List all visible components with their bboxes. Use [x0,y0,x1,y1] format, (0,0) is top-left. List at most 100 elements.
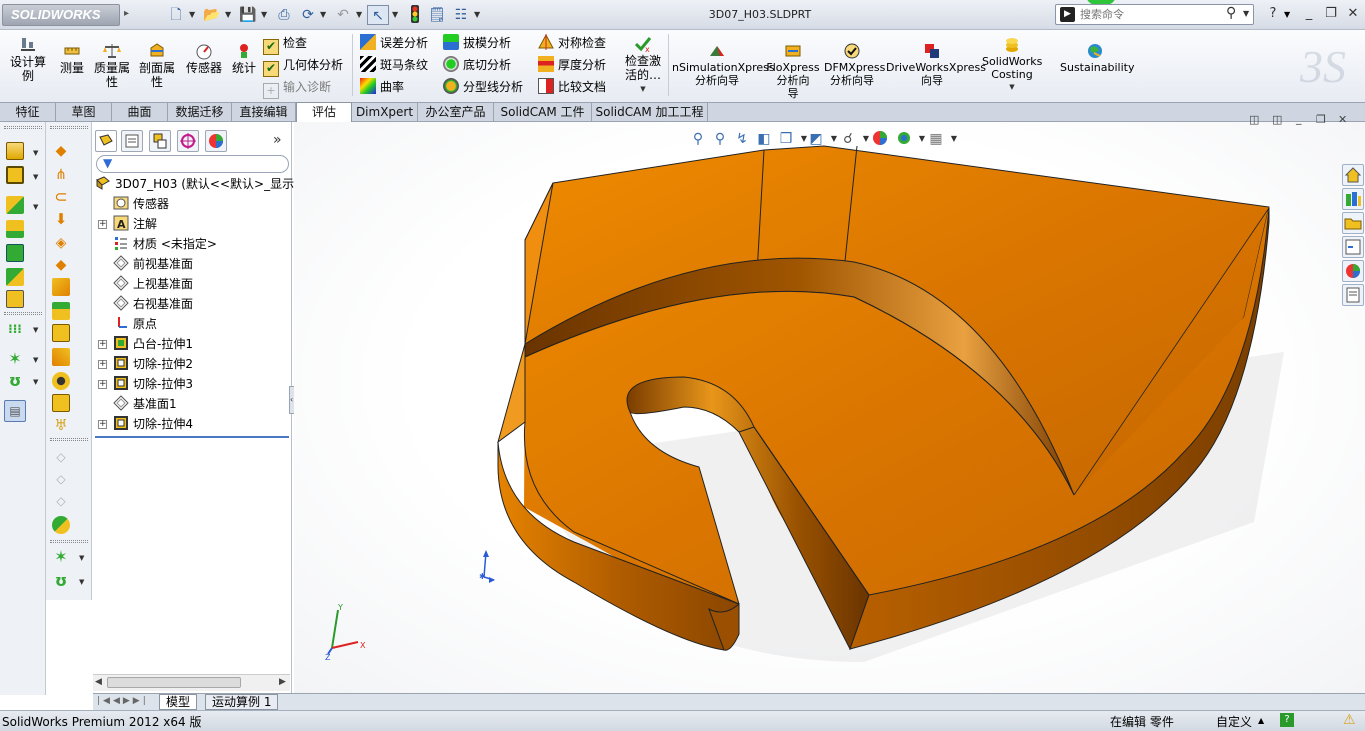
chevron-down-icon[interactable]: ▼ [474,10,480,19]
rollback-bar[interactable] [95,436,289,438]
toolbar-grip[interactable] [4,312,42,315]
spline-icon[interactable]: ʊ [52,572,70,590]
tab-surfaces[interactable]: 曲面 [112,103,168,122]
symmetry-check-button[interactable]: 对称检查 [538,33,606,53]
design-library-icon[interactable] [1342,188,1364,210]
zebra-stripes-button[interactable]: 斑马条纹 [360,55,428,75]
tree-node[interactable]: 凸台-拉伸1 [113,334,193,354]
geometry-analysis-button[interactable]: ✔ 几何体分析 [263,55,343,77]
rebuild-icon[interactable]: ⟳ [297,5,319,25]
sweep-icon[interactable] [6,268,24,286]
chevron-up-icon[interactable]: ▲ [1258,716,1264,725]
tab-model[interactable]: 模型 [159,694,198,710]
dimxpert-manager-tab-icon[interactable] [177,130,199,152]
search-input[interactable] [1080,7,1220,22]
flex-icon[interactable] [52,348,70,366]
tree-node[interactable]: 上视基准面 [113,274,193,294]
mass-properties-button[interactable]: 质量属 性 [92,42,132,89]
intersect-icon[interactable]: ◇ [52,448,70,466]
tree-node[interactable]: 切除-拉伸4 [113,414,193,434]
check-active-document-button[interactable]: x 检查激 活的… ▼ [620,35,666,96]
rib-icon[interactable]: ◆ [52,256,70,274]
chevron-down-icon[interactable]: ▼ [33,203,38,211]
chevron-down-icon[interactable]: ▼ [261,10,267,19]
expand-toggle-icon[interactable]: + [98,220,107,229]
tree-node[interactable]: A 注解 [113,214,157,234]
expand-toggle-icon[interactable]: + [98,340,107,349]
tree-root[interactable]: 3D07_H03 (默认<<默认>_显示 [95,174,294,194]
print-icon[interactable]: ⎙ [273,5,295,25]
units-selector[interactable]: 自定义 [1216,713,1252,730]
view-palette-icon[interactable] [1342,236,1364,258]
combine-icon[interactable]: ◇ [52,492,70,510]
chevron-down-icon[interactable]: ▼ [33,149,38,157]
design-study-button[interactable]: 设计算 例 [6,36,50,83]
curvature-button[interactable]: 曲率 [360,77,404,97]
fillet-icon[interactable]: ◆ [52,142,70,160]
draft-analysis-button[interactable]: 拔模分析 [443,33,511,53]
part-model[interactable]: ✱ [294,122,1365,695]
solidworks-logo[interactable]: SOLIDWORKS [2,4,120,26]
chevron-down-icon[interactable]: ▼ [320,10,326,19]
restore-icon[interactable]: ❐ [1320,5,1342,23]
toolbar-grip[interactable] [4,126,42,129]
horizontal-scrollbar[interactable]: ◀ ▶ [93,674,290,691]
traffic-light-icon[interactable] [404,5,426,25]
wrap-icon[interactable] [52,278,70,296]
extrude-icon[interactable] [6,166,24,184]
floxpress-button[interactable]: FloXpress 分析向 导 [766,42,820,100]
check-button[interactable]: ✔ 检查 [263,33,307,55]
chevron-down-icon[interactable]: ▼ [33,356,38,364]
rebuild-status-icon[interactable]: ⚠ [1343,712,1356,728]
smart-dimension-icon[interactable]: ✶ [6,350,24,368]
undercut-analysis-button[interactable]: 底切分析 [443,55,511,75]
loft-icon[interactable] [6,244,24,262]
reference-geometry-icon[interactable] [6,196,24,214]
chevron-down-icon[interactable]: ▼ [982,81,1042,94]
tab-dimxpert[interactable]: DimXpert [352,103,418,122]
instant3d-icon[interactable]: ▤ [4,400,26,422]
chevron-down-icon[interactable]: ▼ [79,578,84,586]
chevron-down-icon[interactable]: ▼ [392,10,398,19]
sustainability-button[interactable]: Sustainability [1060,42,1134,74]
chevron-down-icon[interactable]: ▼ [356,10,362,19]
curve-icon[interactable]: ʊ [6,372,24,390]
tree-filter[interactable]: ▼ [96,155,289,173]
tab-motion-study[interactable]: 运动算例 1 [205,694,279,710]
costing-button[interactable]: SolidWorks Costing ▼ [982,36,1042,94]
expand-toggle-icon[interactable]: + [98,380,107,389]
tree-node[interactable]: 右视基准面 [113,294,193,314]
tab-evaluate[interactable]: 评估 [296,102,352,122]
chevron-down-icon[interactable]: ▼ [1284,10,1290,19]
select-pointer-icon[interactable]: ↖ [367,5,389,25]
section-properties-button[interactable]: 剖面属 性 [137,42,177,89]
property-manager-tab-icon[interactable] [121,130,143,152]
expand-toggle-icon[interactable]: + [98,420,107,429]
shell-icon[interactable]: ◈ [52,234,70,252]
file-properties-icon[interactable]: 🗒 [426,5,448,25]
split-icon[interactable] [52,516,70,534]
menu-arrow-icon[interactable]: ▸ [124,8,129,19]
chevron-down-icon[interactable]: ▼ [1243,9,1249,18]
scroll-right-icon[interactable]: ▶ [279,677,286,687]
sketch-icon[interactable] [6,142,24,160]
expand-panel-icon[interactable]: » [273,132,282,148]
options-icon[interactable]: ☷ [450,5,472,25]
chevron-down-icon[interactable]: ▼ [33,173,38,181]
delete-face-icon[interactable] [52,372,70,390]
scrollbar-thumb[interactable] [107,677,241,688]
new-document-icon[interactable]: 🗋 [165,5,187,25]
search-icon[interactable]: ⚲ [1226,5,1236,21]
close-icon[interactable]: ✕ [1342,5,1364,23]
freeform-icon[interactable]: ♅ [52,416,70,434]
toolbar-grip[interactable] [50,438,88,441]
minimize-icon[interactable]: _ [1298,5,1320,23]
feature-manager-tab-icon[interactable] [95,130,117,152]
tab-features[interactable]: 特征 [0,103,56,122]
chevron-down-icon[interactable]: ▼ [33,326,38,334]
tree-node[interactable]: 切除-拉伸3 [113,374,193,394]
dimension-icon[interactable]: ✶ [52,548,70,566]
chamfer-icon[interactable]: ⋔ [52,166,70,184]
tab-data-migration[interactable]: 数据迁移 [168,103,232,122]
configuration-manager-tab-icon[interactable] [149,130,171,152]
